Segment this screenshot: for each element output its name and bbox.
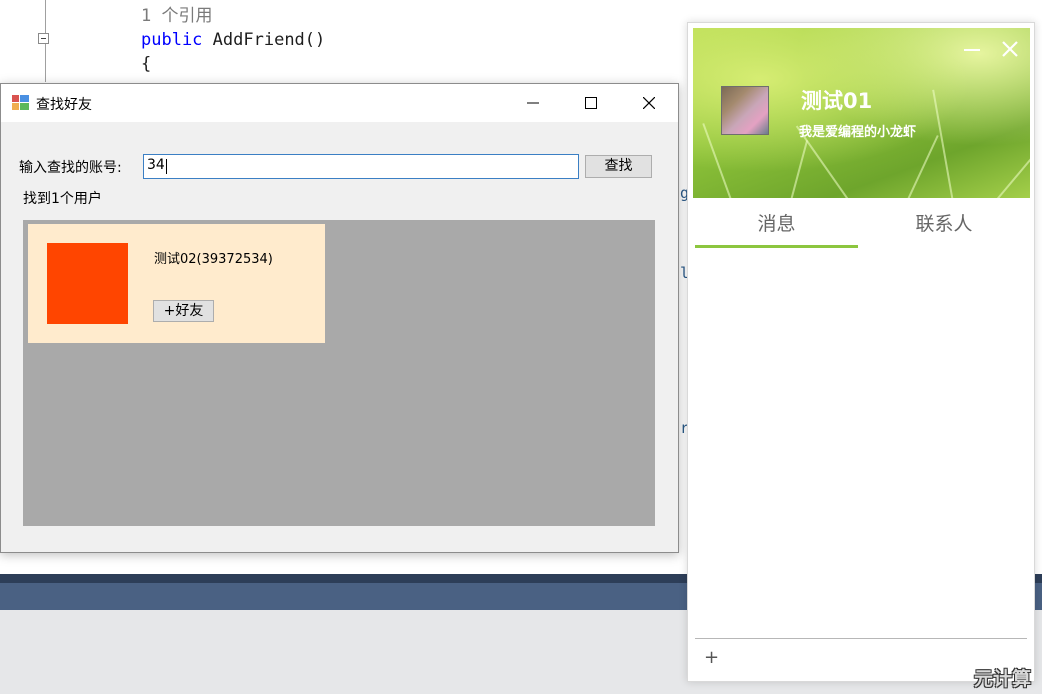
account-label: 输入查找的账号: bbox=[19, 160, 122, 176]
title-bar[interactable]: 查找好友 bbox=[1, 84, 678, 122]
find-friend-dialog: 查找好友 输入查找的账号: 34 查找 找到1个用户 测试02(39372534… bbox=[0, 83, 679, 553]
profile-name: 测试01 bbox=[801, 89, 873, 113]
method-name: AddFriend() bbox=[212, 30, 326, 50]
minimize-button[interactable] bbox=[958, 34, 988, 64]
add-friend-button[interactable]: +好友 bbox=[153, 300, 214, 322]
profile-avatar[interactable] bbox=[721, 86, 769, 135]
result-panel[interactable]: 测试02(39372534) +好友 bbox=[23, 220, 655, 526]
account-input[interactable]: 34 bbox=[143, 154, 579, 179]
result-count-label: 找到1个用户 bbox=[23, 191, 102, 207]
maximize-icon bbox=[585, 97, 597, 109]
footer-divider bbox=[695, 638, 1027, 639]
maximize-button[interactable] bbox=[562, 84, 620, 122]
method-signature: public AddFriend() bbox=[141, 28, 325, 52]
close-button[interactable] bbox=[996, 34, 1026, 64]
minimize-icon bbox=[527, 102, 539, 104]
user-avatar bbox=[47, 243, 128, 324]
profile-banner[interactable]: 测试01 我是爱编程的小龙虾 bbox=[693, 28, 1030, 198]
profile-signature[interactable]: 我是爱编程的小龙虾 bbox=[799, 121, 916, 140]
close-button[interactable] bbox=[620, 84, 678, 122]
close-icon bbox=[1002, 41, 1018, 57]
open-brace: { bbox=[141, 54, 152, 74]
minimize-icon bbox=[964, 49, 980, 51]
chat-main-window: 测试01 我是爱编程的小龙虾 消息 联系人 + bbox=[687, 22, 1035, 682]
tab-messages[interactable]: 消息 bbox=[695, 201, 858, 247]
active-tab-indicator bbox=[695, 245, 858, 248]
collapse-toggle-icon[interactable] bbox=[38, 33, 49, 44]
minimize-button[interactable] bbox=[504, 84, 562, 122]
user-name: 测试02(39372534) bbox=[154, 252, 273, 267]
keyword-public: public bbox=[141, 30, 203, 50]
close-icon bbox=[643, 97, 655, 109]
watermark: 元计算 bbox=[974, 668, 1032, 690]
user-result-card: 测试02(39372534) +好友 bbox=[28, 224, 325, 343]
tab-contacts[interactable]: 联系人 bbox=[858, 201, 1030, 247]
reference-hint[interactable]: 1 个引用 bbox=[141, 4, 212, 28]
add-button[interactable]: + bbox=[704, 647, 719, 668]
window-title: 查找好友 bbox=[36, 97, 92, 113]
search-button[interactable]: 查找 bbox=[585, 155, 652, 178]
app-icon bbox=[12, 95, 29, 110]
